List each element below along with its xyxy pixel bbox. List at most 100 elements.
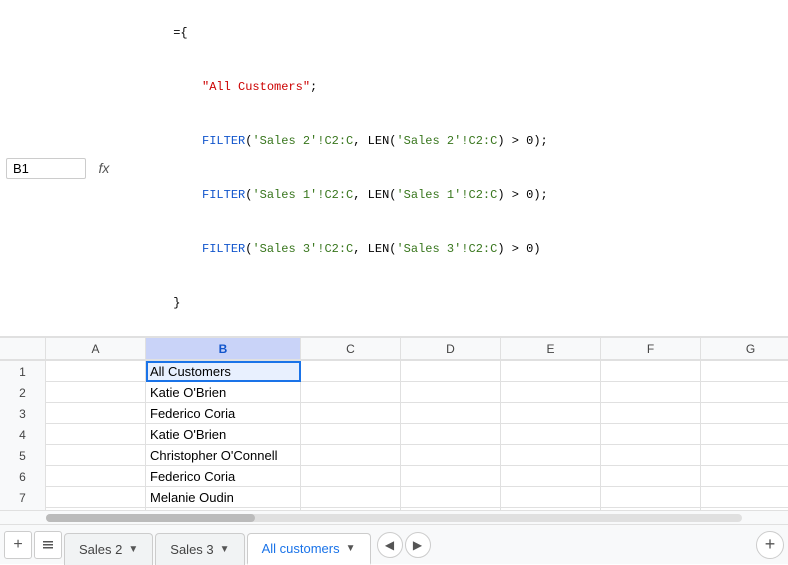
col-header-f[interactable]: F (601, 338, 701, 360)
cell-c5[interactable] (301, 445, 401, 466)
tab-sales3[interactable]: Sales 3 ▼ (155, 533, 244, 565)
column-headers: A B C D E F G (0, 338, 788, 361)
tab-sales3-arrow: ▼ (220, 544, 230, 555)
tab-all-customers-label: All customers (262, 541, 340, 556)
cell-d6[interactable] (401, 466, 501, 487)
cell-f2[interactable] (601, 382, 701, 403)
formula-filter-2-body: ('Sales 1'!C2:C, LEN('Sales 1'!C2:C) > 0… (245, 188, 548, 202)
cell-a1[interactable] (46, 361, 146, 382)
tab-all-customers-arrow: ▼ (346, 543, 356, 554)
table-row: 3 Federico Coria (0, 403, 788, 424)
cell-a6[interactable] (46, 466, 146, 487)
cell-g6[interactable] (701, 466, 788, 487)
cell-g2[interactable] (701, 382, 788, 403)
row-header-7[interactable]: 7 (0, 487, 46, 508)
cell-a2[interactable] (46, 382, 146, 403)
row-header-6[interactable]: 6 (0, 466, 46, 487)
cell-b6[interactable]: Federico Coria (146, 466, 301, 487)
formula-line1: ={ (173, 26, 187, 40)
tab-all-customers[interactable]: All customers ▼ (247, 533, 371, 565)
fx-icon: fx (86, 160, 122, 176)
grid-body: 1 All Customers 2 Katie O'Brien 3 F (0, 361, 788, 510)
tab-sales2[interactable]: Sales 2 ▼ (64, 533, 153, 565)
tab-sales2-arrow: ▼ (128, 544, 138, 555)
cell-f7[interactable] (601, 487, 701, 508)
row-header-3[interactable]: 3 (0, 403, 46, 424)
horizontal-scrollbar[interactable] (46, 514, 742, 522)
sheet-tabs-bar: + Sales 2 ▼ Sales 3 ▼ All customers ▼ ◀ … (0, 524, 788, 564)
horizontal-scrollbar-area (0, 510, 788, 524)
formula-filter-3-kw: FILTER (202, 242, 245, 256)
cell-f1[interactable] (601, 361, 701, 382)
cell-c1[interactable] (301, 361, 401, 382)
cell-c7[interactable] (301, 487, 401, 508)
cell-e3[interactable] (501, 403, 601, 424)
cell-b1[interactable]: All Customers (146, 361, 301, 382)
cell-d5[interactable] (401, 445, 501, 466)
add-new-sheet-button[interactable]: + (756, 531, 784, 559)
cell-f3[interactable] (601, 403, 701, 424)
cell-d2[interactable] (401, 382, 501, 403)
cell-c6[interactable] (301, 466, 401, 487)
tab-nav-next-button[interactable]: ▶ (405, 532, 431, 558)
col-header-c[interactable]: C (301, 338, 401, 360)
cell-d7[interactable] (401, 487, 501, 508)
cell-b3[interactable]: Federico Coria (146, 403, 301, 424)
cell-e4[interactable] (501, 424, 601, 445)
formula-filter-1-body: ('Sales 2'!C2:C, LEN('Sales 2'!C2:C) > 0… (245, 134, 548, 148)
cell-e1[interactable] (501, 361, 601, 382)
table-row: 1 All Customers (0, 361, 788, 382)
formula-filter-2-kw: FILTER (202, 188, 245, 202)
cell-e5[interactable] (501, 445, 601, 466)
cell-f5[interactable] (601, 445, 701, 466)
tab-sales2-label: Sales 2 (79, 542, 122, 557)
cell-b4[interactable]: Katie O'Brien (146, 424, 301, 445)
row-header-2[interactable]: 2 (0, 382, 46, 403)
spreadsheet-grid: A B C D E F G 1 All Customers 2 Katie O'… (0, 338, 788, 524)
cell-a4[interactable] (46, 424, 146, 445)
table-row: 5 Christopher O'Connell (0, 445, 788, 466)
cell-d3[interactable] (401, 403, 501, 424)
cell-a3[interactable] (46, 403, 146, 424)
tab-nav-prev-button[interactable]: ◀ (377, 532, 403, 558)
cell-f4[interactable] (601, 424, 701, 445)
tab-sales3-label: Sales 3 (170, 542, 213, 557)
row-header-4[interactable]: 4 (0, 424, 46, 445)
col-header-a[interactable]: A (46, 338, 146, 360)
row-header-1[interactable]: 1 (0, 361, 46, 382)
cell-d1[interactable] (401, 361, 501, 382)
cell-e6[interactable] (501, 466, 601, 487)
cell-c3[interactable] (301, 403, 401, 424)
cell-g7[interactable] (701, 487, 788, 508)
col-header-g[interactable]: G (701, 338, 788, 360)
cell-g3[interactable] (701, 403, 788, 424)
cell-e2[interactable] (501, 382, 601, 403)
col-header-d[interactable]: D (401, 338, 501, 360)
cell-d4[interactable] (401, 424, 501, 445)
horizontal-scrollbar-thumb[interactable] (46, 514, 255, 522)
corner-cell (0, 338, 46, 360)
cell-e7[interactable] (501, 487, 601, 508)
cell-a7[interactable] (46, 487, 146, 508)
sheet-list-button[interactable] (34, 531, 62, 559)
cell-g1[interactable] (701, 361, 788, 382)
table-row: 7 Melanie Oudin (0, 487, 788, 508)
cell-c4[interactable] (301, 424, 401, 445)
cell-b7[interactable]: Melanie Oudin (146, 487, 301, 508)
cell-f6[interactable] (601, 466, 701, 487)
table-row: 4 Katie O'Brien (0, 424, 788, 445)
cell-b5[interactable]: Christopher O'Connell (146, 445, 301, 466)
cell-reference-input[interactable] (6, 158, 86, 179)
cell-c2[interactable] (301, 382, 401, 403)
list-icon (41, 538, 55, 552)
formula-content: ={ "All Customers"; FILTER('Sales 2'!C2:… (122, 2, 782, 334)
cell-g4[interactable] (701, 424, 788, 445)
row-header-5[interactable]: 5 (0, 445, 46, 466)
col-header-b[interactable]: B (146, 338, 301, 360)
formula-bar-area: fx ={ "All Customers"; FILTER('Sales 2'!… (0, 0, 788, 338)
cell-g5[interactable] (701, 445, 788, 466)
cell-b2[interactable]: Katie O'Brien (146, 382, 301, 403)
add-sheet-button[interactable]: + (4, 531, 32, 559)
cell-a5[interactable] (46, 445, 146, 466)
col-header-e[interactable]: E (501, 338, 601, 360)
